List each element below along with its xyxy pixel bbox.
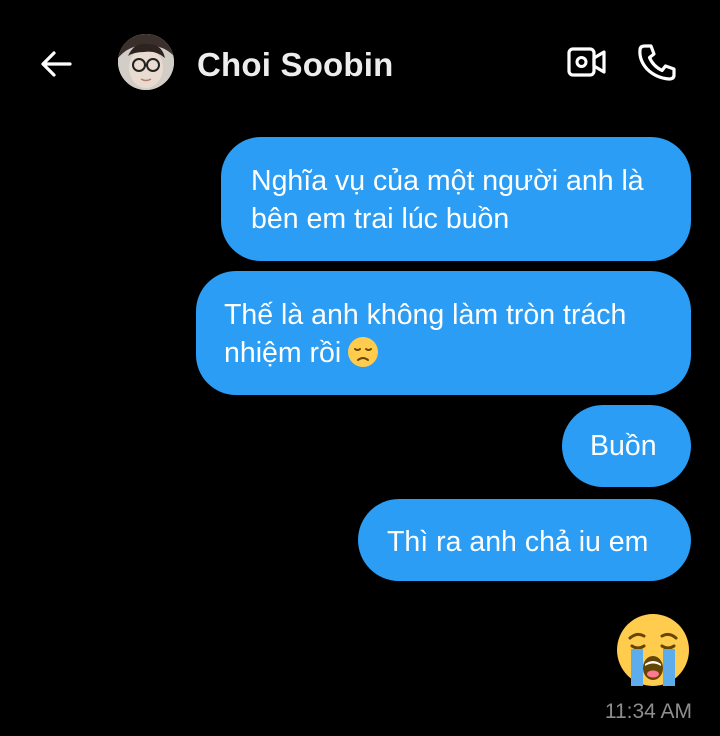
crying-face-icon[interactable] — [613, 610, 693, 690]
voice-call-button[interactable] — [636, 42, 678, 82]
video-call-button[interactable] — [566, 44, 608, 80]
chat-header: Choi Soobin — [0, 0, 720, 120]
video-camera-icon — [567, 47, 606, 77]
message-bubble[interactable]: Nghĩa vụ của một người anh là bên em tra… — [221, 137, 691, 261]
message-timestamp: 11:34 AM — [604, 700, 692, 723]
message-text: Nghĩa vụ của một người anh là bên em tra… — [251, 165, 644, 235]
back-button[interactable] — [36, 44, 76, 84]
message-bubble[interactable]: Thế là anh không làm tròn trách nhiệm rồ… — [196, 271, 691, 395]
arrow-left-icon — [41, 51, 72, 77]
message-bubble[interactable]: Buồn — [562, 405, 691, 487]
avatar[interactable] — [118, 34, 174, 90]
sad-face-icon — [347, 336, 379, 368]
message-text: Buồn — [590, 430, 657, 462]
message-text: Thì ra anh chả iu em — [387, 526, 649, 558]
message-bubble[interactable]: Thì ra anh chả iu em — [358, 499, 691, 581]
message-text: Thế là anh không làm tròn trách nhiệm rồ… — [224, 299, 627, 369]
contact-name[interactable]: Choi Soobin — [197, 44, 394, 86]
phone-icon — [638, 44, 676, 81]
